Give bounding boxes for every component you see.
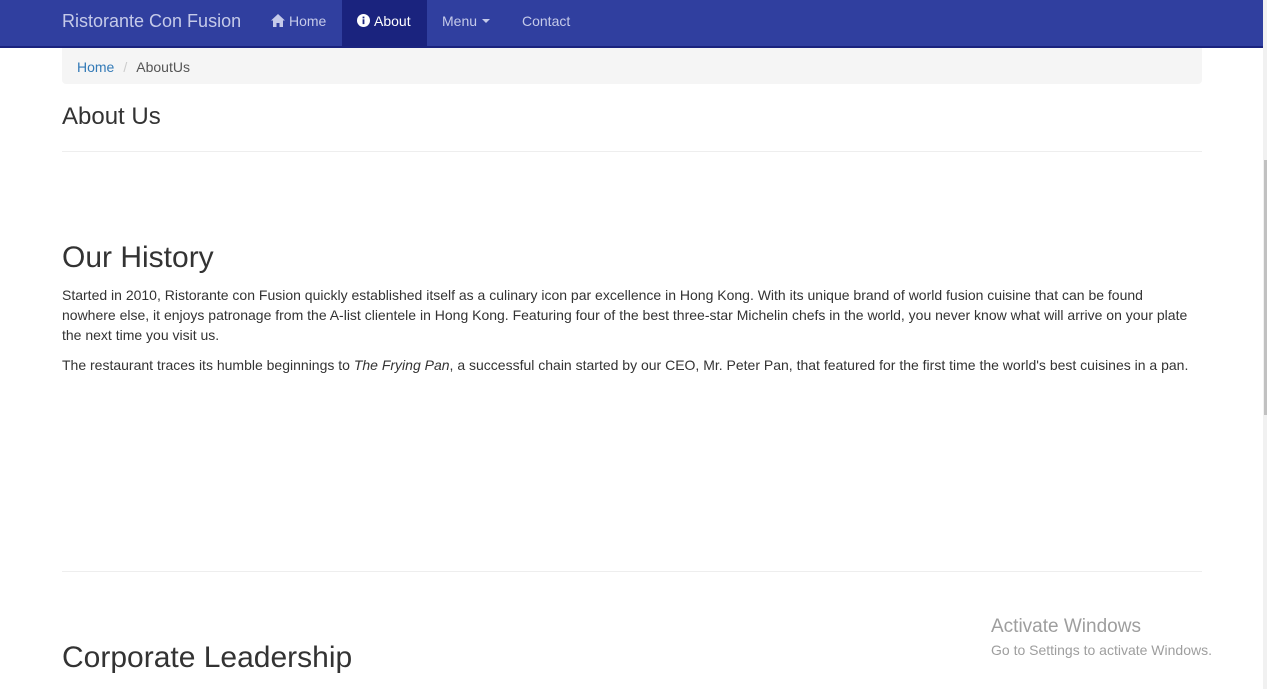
history-text-start: The restaurant traces its humble beginni… <box>62 357 354 373</box>
breadcrumb-separator: / <box>123 59 128 75</box>
divider <box>62 571 1202 572</box>
home-icon <box>271 14 285 28</box>
info-circle-icon <box>357 14 370 28</box>
nav-about-label: About <box>374 13 411 29</box>
leadership-heading: Corporate Leadership <box>62 641 353 674</box>
history-text-end: , a successful chain started by our CEO,… <box>449 357 1189 373</box>
page: Ristorante Con Fusion Home About Menu Co… <box>0 0 1267 689</box>
navbar-brand[interactable]: Ristorante Con Fusion <box>62 0 241 46</box>
nav-menu-label: Menu <box>442 13 478 29</box>
history-paragraph-1: Started in 2010, Ristorante con Fusion q… <box>62 287 1188 343</box>
breadcrumb-current: AboutUs <box>136 59 190 75</box>
nav-home[interactable]: Home <box>256 0 342 46</box>
breadcrumb: Home / AboutUs <box>62 48 1202 84</box>
history-paragraph-2: The restaurant traces its humble beginni… <box>62 355 1192 375</box>
history-heading: Our History <box>62 241 214 274</box>
nav-about[interactable]: About <box>342 0 427 46</box>
nav-contact-label: Contact <box>522 13 571 29</box>
nav-menu-dropdown[interactable]: Menu <box>427 0 507 46</box>
nav-home-label: Home <box>289 13 327 29</box>
caret-down-icon <box>482 19 491 24</box>
breadcrumb-home-link[interactable]: Home <box>77 59 114 75</box>
divider <box>62 151 1202 152</box>
windows-activation-watermark: Activate Windows Go to Settings to activ… <box>991 616 1212 659</box>
page-title: About Us <box>62 103 161 130</box>
frying-pan-name: The Frying Pan <box>353 357 450 373</box>
watermark-title: Activate Windows <box>991 616 1141 637</box>
top-navbar: Ristorante Con Fusion Home About Menu Co… <box>0 0 1263 48</box>
nav-contact[interactable]: Contact <box>507 0 587 46</box>
watermark-subtitle: Go to Settings to activate Windows. <box>991 642 1212 658</box>
